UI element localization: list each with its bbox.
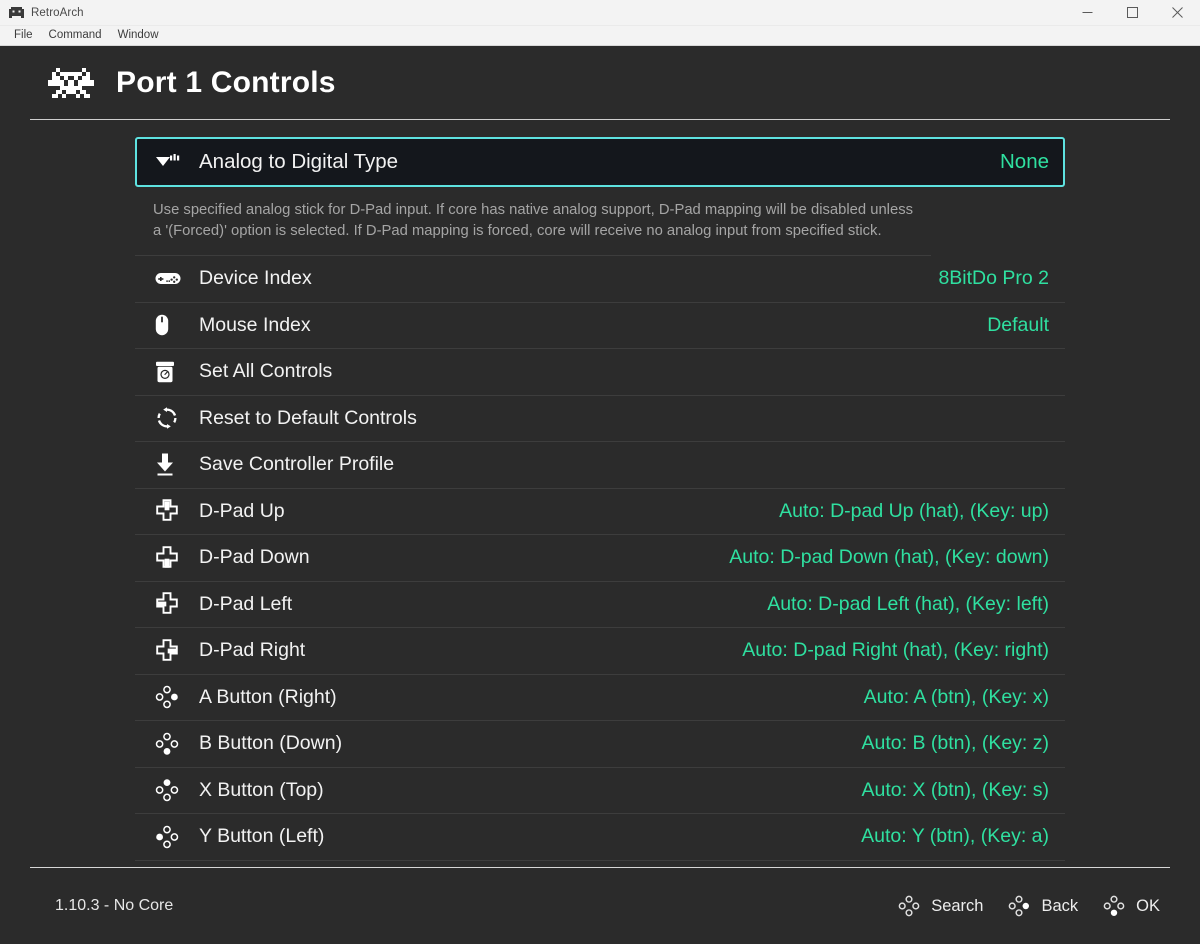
menu-command[interactable]: Command xyxy=(41,26,110,45)
list-item-label: D-Pad Right xyxy=(199,639,306,662)
list-item-value: Auto: X (btn), (Key: s) xyxy=(861,778,1049,801)
reset-icon xyxy=(155,405,189,431)
list-item-d-pad-up[interactable]: D-Pad Up Auto: D-pad Up (hat), (Key: up) xyxy=(135,489,1065,535)
button-right-icon xyxy=(1005,894,1033,918)
retroarch-icon xyxy=(8,5,24,21)
download-icon xyxy=(155,452,189,478)
page-title: Port 1 Controls xyxy=(116,65,336,99)
button-right-icon xyxy=(155,684,189,710)
list-item-value: Auto: D-pad Down (hat), (Key: down) xyxy=(729,546,1049,569)
menu-window[interactable]: Window xyxy=(110,26,167,45)
ok-button[interactable]: OK xyxy=(1100,894,1160,918)
help-text: Use specified analog stick for D-Pad inp… xyxy=(135,187,931,256)
list-item-label: D-Pad Up xyxy=(199,499,285,522)
list-item-label: D-Pad Left xyxy=(199,592,293,615)
list-item-a-button[interactable]: A Button (Right) Auto: A (btn), (Key: x) xyxy=(135,675,1065,721)
close-button[interactable] xyxy=(1155,0,1200,25)
list-item-label: D-Pad Down xyxy=(199,546,310,569)
list-item-analog-to-digital-type[interactable]: Analog to Digital Type None xyxy=(135,137,1065,187)
dpad-down-icon xyxy=(155,545,189,571)
list-item-label: Device Index xyxy=(199,267,312,290)
version-status: 1.10.3 - No Core xyxy=(55,897,174,914)
list-item-label: Save Controller Profile xyxy=(199,453,395,476)
list-item-d-pad-down[interactable]: D-Pad Down Auto: D-pad Down (hat), (Key:… xyxy=(135,535,1065,582)
list-item-label: B Button (Down) xyxy=(199,732,343,755)
list-item-value: Default xyxy=(987,313,1049,336)
list-item-value: Auto: D-pad Left (hat), (Key: left) xyxy=(767,592,1049,615)
list-item-x-button[interactable]: X Button (Top) Auto: X (btn), (Key: s) xyxy=(135,768,1065,814)
dpad-right-icon xyxy=(155,638,189,664)
button-left-icon xyxy=(155,824,189,850)
list-item-label: Y Button (Left) xyxy=(199,825,325,848)
list-item-label: Set All Controls xyxy=(199,360,333,383)
retroarch-alien-logo xyxy=(48,66,94,100)
window-title: RetroArch xyxy=(31,6,84,19)
list-item-save-controller-profile[interactable]: Save Controller Profile xyxy=(135,442,1065,489)
list-item-set-all-controls[interactable]: Set All Controls xyxy=(135,349,1065,396)
menubar: File Command Window xyxy=(0,26,1200,46)
search-label: Search xyxy=(931,896,984,915)
list-item-label: Mouse Index xyxy=(199,313,311,336)
list-item-d-pad-left[interactable]: D-Pad Left Auto: D-pad Left (hat), (Key:… xyxy=(135,582,1065,628)
list-item-device-index[interactable]: Device Index 8BitDo Pro 2 xyxy=(135,256,1065,303)
list-bottom-divider xyxy=(30,866,1170,868)
button-none-icon xyxy=(895,894,923,918)
button-down-icon xyxy=(1100,894,1128,918)
analog-stick-icon xyxy=(155,149,189,175)
footer-actions: Search Back OK xyxy=(873,894,1160,918)
window-titlebar: RetroArch xyxy=(0,0,1200,26)
list-item-value: Auto: A (btn), (Key: x) xyxy=(863,685,1049,708)
mouse-icon xyxy=(155,312,189,338)
page-header: Port 1 Controls xyxy=(0,46,1200,119)
settings-list: Analog to Digital Type None Use specifie… xyxy=(0,120,1200,868)
list-item-value: 8BitDo Pro 2 xyxy=(938,267,1049,290)
menu-file[interactable]: File xyxy=(6,26,41,45)
minimize-button[interactable] xyxy=(1065,0,1110,25)
search-button[interactable]: Search xyxy=(895,894,983,918)
list-item-value: Auto: Y (btn), (Key: a) xyxy=(861,825,1049,848)
button-down-icon xyxy=(155,731,189,757)
list-item-value: Auto: B (btn), (Key: z) xyxy=(861,732,1049,755)
list-item-label: X Button (Top) xyxy=(199,778,324,801)
gamepad-icon xyxy=(155,266,189,292)
set-all-icon xyxy=(155,359,189,385)
list-item-reset-to-default-controls[interactable]: Reset to Default Controls xyxy=(135,396,1065,442)
footer-bar: 1.10.3 - No Core Search Back OK xyxy=(0,868,1200,944)
list-item-label: A Button (Right) xyxy=(199,685,337,708)
maximize-button[interactable] xyxy=(1110,0,1155,25)
back-button[interactable]: Back xyxy=(1005,894,1078,918)
retroarch-menu-root: Port 1 Controls Analog to Digital Type N… xyxy=(0,46,1200,943)
back-label: Back xyxy=(1041,896,1079,915)
button-up-icon xyxy=(155,777,189,803)
dpad-up-icon xyxy=(155,498,189,524)
list-item-y-button[interactable]: Y Button (Left) Auto: Y (btn), (Key: a) xyxy=(135,814,1065,861)
list-item-label: Reset to Default Controls xyxy=(199,406,417,429)
list-item-value: Auto: D-pad Up (hat), (Key: up) xyxy=(779,499,1049,522)
list-item-value: None xyxy=(999,150,1049,173)
list-item-d-pad-right[interactable]: D-Pad Right Auto: D-pad Right (hat), (Ke… xyxy=(135,628,1065,675)
list-item-b-button[interactable]: B Button (Down) Auto: B (btn), (Key: z) xyxy=(135,721,1065,768)
window-controls xyxy=(1065,0,1200,25)
list-item-label: Analog to Digital Type xyxy=(199,150,399,173)
list-item-mouse-index[interactable]: Mouse Index Default xyxy=(135,303,1065,349)
ok-label: OK xyxy=(1136,896,1160,915)
dpad-left-icon xyxy=(155,591,189,617)
list-item-value: Auto: D-pad Right (hat), (Key: right) xyxy=(742,639,1049,662)
